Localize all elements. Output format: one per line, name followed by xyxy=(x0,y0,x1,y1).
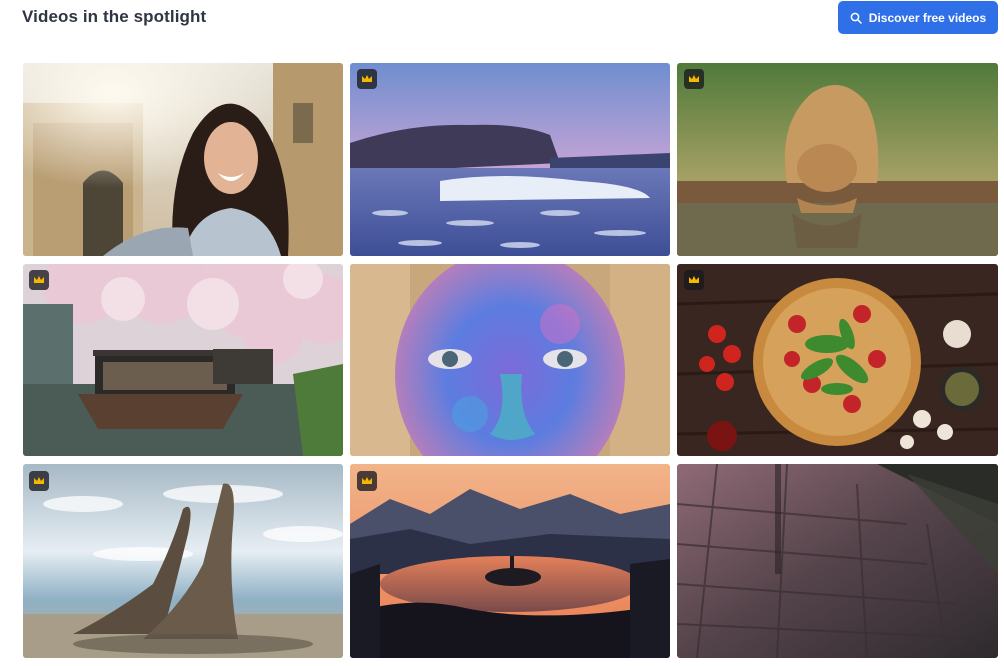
crown-icon xyxy=(684,270,704,290)
lioness-thumbnail xyxy=(677,63,998,256)
video-grid xyxy=(0,0,1004,666)
crown-icon xyxy=(357,69,377,89)
video-tile-selfie-woman[interactable] xyxy=(23,63,343,256)
frozen-lake-thumbnail xyxy=(350,63,670,256)
selfie-woman-thumbnail xyxy=(23,63,343,256)
crown-icon xyxy=(29,471,49,491)
video-tile-frozen-lake[interactable] xyxy=(350,63,670,256)
crown-icon xyxy=(357,471,377,491)
pizza-thumbnail xyxy=(677,264,998,456)
video-tile-cherry-blossom-boat[interactable] xyxy=(23,264,343,456)
lake-bled-thumbnail xyxy=(350,464,670,658)
crown-icon xyxy=(29,270,49,290)
holi-face-thumbnail xyxy=(350,264,670,456)
video-tile-wet-pavement[interactable] xyxy=(677,464,998,658)
video-tile-holi-face[interactable] xyxy=(350,264,670,456)
crown-icon xyxy=(684,69,704,89)
elephant-seals-thumbnail xyxy=(23,464,343,658)
wet-pavement-thumbnail xyxy=(677,464,998,658)
video-tile-lioness[interactable] xyxy=(677,63,998,256)
video-tile-pizza[interactable] xyxy=(677,264,998,456)
video-tile-elephant-seals[interactable] xyxy=(23,464,343,658)
canal-boat-thumbnail xyxy=(23,264,343,456)
video-tile-lake-bled[interactable] xyxy=(350,464,670,658)
